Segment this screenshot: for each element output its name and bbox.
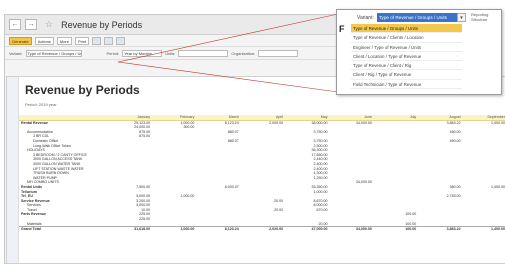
chevron-down-icon[interactable]: ▾ (457, 13, 466, 22)
popup-variant-select[interactable]: Type of Revenue / Groups / Units (377, 13, 457, 22)
row-label: Grand Total (19, 226, 108, 232)
variant-option[interactable]: Client / Rig / Type of Revenue (351, 70, 462, 80)
more-button[interactable]: More (56, 36, 72, 45)
organization-label: Organization: (231, 50, 256, 56)
variant-option[interactable]: Engineer / Type of Revenue / Units (351, 43, 462, 52)
report-subtitle: Period: 2019 year (25, 102, 57, 107)
table-cell: 100.00 (373, 226, 419, 232)
period-label: Period: (106, 50, 120, 56)
table-cell: 8,123.24 (196, 226, 241, 232)
organization-select[interactable] (258, 49, 299, 57)
clipped-fragment: F (339, 24, 345, 34)
variant-option[interactable]: Type of Revenue / Clients / Location (351, 33, 462, 43)
period-select[interactable]: Year by Months (122, 49, 163, 57)
units-select[interactable] (178, 49, 229, 57)
print-button[interactable]: Print (74, 36, 90, 45)
table-cell: 1,400.00 (462, 226, 505, 232)
report-area: Revenue by Periods Period: 2019 year Jan… (6, 76, 505, 264)
table-icon[interactable] (92, 36, 102, 45)
filter-bar: Variant: Type of Revenue / Groups / Unit… (5, 47, 343, 60)
units-label: Units: (165, 50, 176, 56)
actions-button[interactable]: Actions (34, 36, 54, 45)
variant-option[interactable]: Client / Location / Type of Revenue (351, 52, 462, 62)
back-arrow-icon[interactable]: ← (9, 19, 21, 30)
chart-icon[interactable] (104, 36, 114, 45)
forward-arrow-icon[interactable]: → (25, 19, 37, 30)
table-cell: 31,618.00 (107, 226, 153, 232)
table-cell: 3,863.22 (418, 226, 463, 232)
variant-option[interactable]: Type of Revenue / Groups / Units (351, 24, 462, 34)
variant-option[interactable]: Type of Revenue / Client / Rig (351, 61, 462, 71)
variant-select[interactable]: Type of Revenue / Groups / Units (25, 49, 82, 57)
star-icon[interactable]: ☆ (45, 19, 53, 30)
variant-options-list: Type of Revenue / Groups / Units Type of … (351, 24, 462, 90)
group-expander-column[interactable] (7, 77, 19, 263)
variant-option[interactable]: Field Technician / Type of Revenue (351, 80, 462, 90)
generate-button[interactable]: Generate (9, 36, 32, 45)
popup-variant-label: Variant: (357, 15, 374, 21)
table-cell: 2,020.00 (240, 226, 286, 232)
variant-label: Variant: (9, 50, 23, 56)
variant-dropdown-popup: Variant: Type of Revenue / Groups / Unit… (336, 9, 502, 95)
grand-total-row[interactable]: Grand Total 31,618.00 1,000.00 8,123.24 2,02… (19, 226, 505, 232)
settings-icon[interactable] (116, 36, 126, 45)
table-cell: 1,000.00 (152, 226, 197, 232)
toolbar: Generate Actions More Print (5, 35, 343, 47)
window-title: Revenue by Periods (61, 19, 143, 30)
report-table: January February March April May June July Augu… (19, 115, 505, 232)
title-bar: ← → ☆ Revenue by Periods (5, 15, 343, 35)
table-cell: 34,000.00 (329, 226, 374, 232)
report-title: Revenue by Periods (25, 83, 140, 97)
table-cell: 47,000.00 (285, 226, 330, 232)
reporting-structure-link[interactable]: Reporting Structure (471, 12, 501, 22)
